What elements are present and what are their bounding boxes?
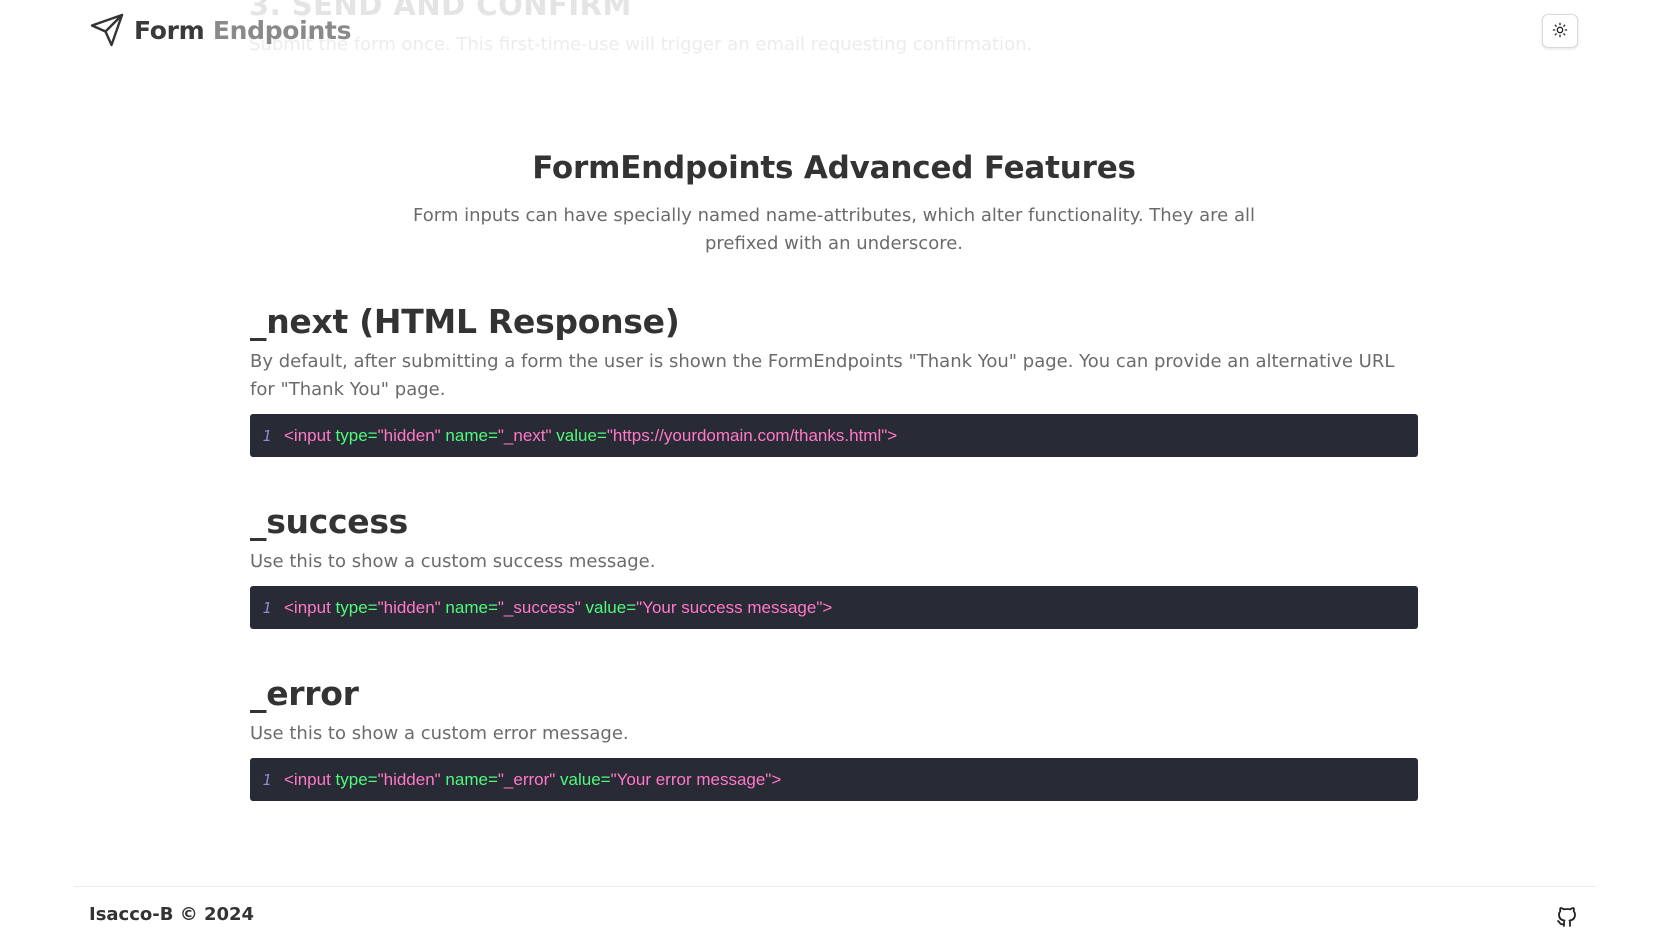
code-attr-type: type=: [335, 425, 378, 445]
feature-description: Use this to show a custom success messag…: [250, 551, 656, 572]
code-value-name: "_error": [497, 769, 556, 789]
feature-error: _error Use this to show a custom error m…: [250, 674, 1418, 801]
code-tag-open: <input: [284, 769, 336, 789]
code-block[interactable]: 1 <input type="hidden" name="_error" val…: [250, 758, 1418, 801]
line-number: 1: [262, 598, 272, 617]
brand-home-link[interactable]: Form Endpoints: [89, 12, 351, 48]
brand-name-endpoints: Endpoints: [212, 15, 352, 45]
footer-copyright: Isacco-B © 2024: [89, 904, 255, 925]
code-line: <input type="hidden" name="_error" value…: [284, 770, 781, 790]
code-value-type: "hidden": [377, 769, 441, 789]
code-value-type: "hidden": [377, 597, 441, 617]
feature-heading: _error: [250, 674, 359, 713]
feature-heading: _next (HTML Response): [250, 302, 680, 341]
code-value-name: "_success": [497, 597, 581, 617]
feature-description: Use this to show a custom error message.: [250, 723, 629, 744]
advanced-features-section: FormEndpoints Advanced Features Form inp…: [250, 150, 1418, 801]
code-attr-name: name=: [440, 597, 498, 617]
code-value-name: "_next": [497, 425, 552, 445]
code-tag-open: <input: [284, 597, 336, 617]
github-link[interactable]: [1555, 905, 1579, 933]
code-value-value: "Your success message": [636, 597, 823, 617]
code-attr-value: value=: [580, 597, 637, 617]
code-attr-value: value=: [555, 769, 611, 789]
brand-name-form: Form: [134, 15, 205, 45]
code-tag-close: >: [887, 425, 898, 445]
paper-plane-icon: [89, 12, 125, 48]
code-tag-open: <input: [284, 425, 336, 445]
feature-description: By default, after submitting a form the …: [250, 351, 1395, 400]
code-attr-type: type=: [335, 597, 378, 617]
feature-next: _next (HTML Response) By default, after …: [250, 302, 1418, 457]
code-value-value: "Your error message": [610, 769, 772, 789]
top-navbar: Form Endpoints: [0, 0, 1661, 64]
code-block[interactable]: 1 <input type="hidden" name="_next" valu…: [250, 414, 1418, 457]
code-attr-value: value=: [551, 425, 607, 445]
code-attr-name: name=: [440, 425, 498, 445]
code-block[interactable]: 1 <input type="hidden" name="_success" v…: [250, 586, 1418, 629]
code-tag-close: >: [822, 597, 833, 617]
code-value-value: "https://yourdomain.com/thanks.html": [606, 425, 888, 445]
code-value-type: "hidden": [377, 425, 441, 445]
line-number: 1: [262, 770, 272, 789]
brand-name: Form Endpoints: [134, 16, 351, 45]
code-attr-name: name=: [440, 769, 498, 789]
sun-icon: [1552, 22, 1568, 41]
code-line: <input type="hidden" name="_success" val…: [284, 598, 832, 618]
section-lead: Form inputs can have specially named nam…: [413, 205, 1255, 254]
code-tag-close: >: [771, 769, 782, 789]
section-title: FormEndpoints Advanced Features: [532, 150, 1136, 186]
github-icon: [1555, 907, 1579, 933]
code-line: <input type="hidden" name="_next" value=…: [284, 426, 897, 446]
line-number: 1: [262, 426, 272, 445]
feature-success: _success Use this to show a custom succe…: [250, 502, 1418, 629]
footer-divider: [74, 886, 1596, 887]
feature-heading: _success: [250, 502, 409, 541]
theme-toggle-button[interactable]: [1542, 14, 1578, 48]
code-attr-type: type=: [335, 769, 378, 789]
